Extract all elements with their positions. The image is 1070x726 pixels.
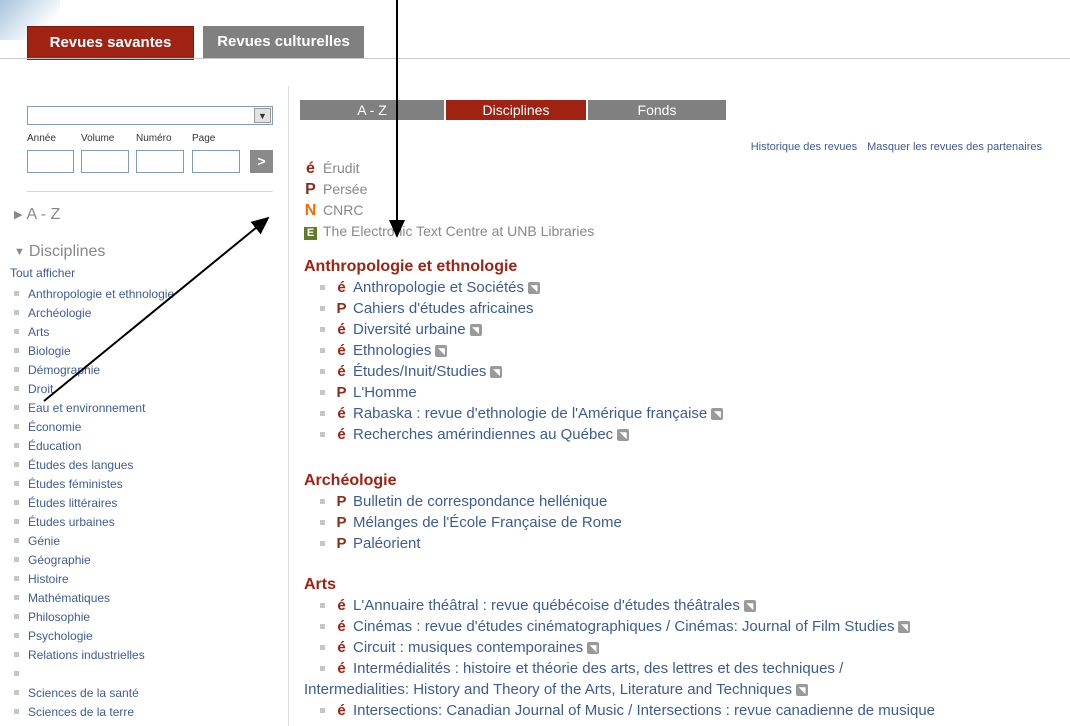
arrow-diagonal-line: [43, 216, 270, 402]
annotation-arrows: [43, 0, 405, 402]
